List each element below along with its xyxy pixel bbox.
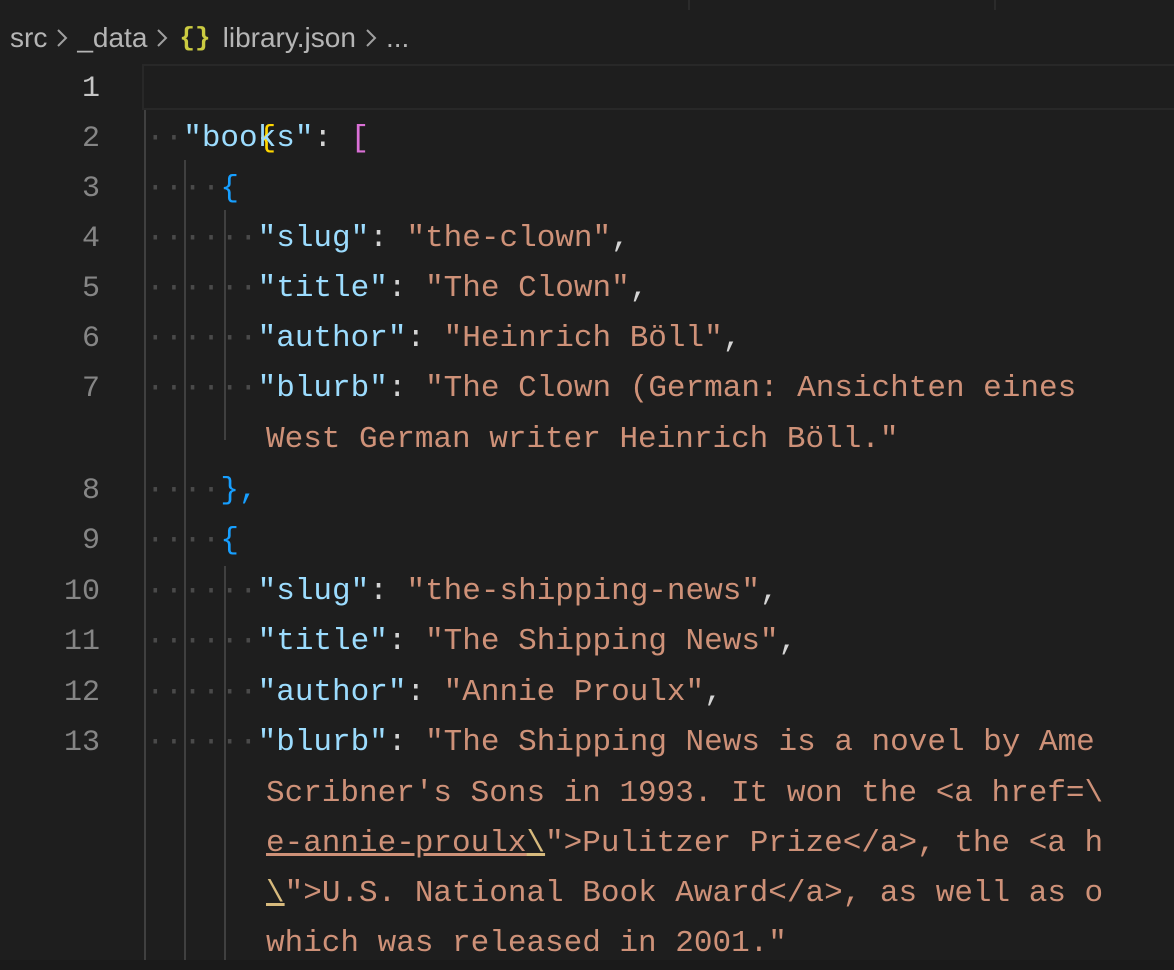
line-number: 12	[63, 676, 100, 710]
line-number: 13	[63, 726, 100, 760]
line-number: 8	[81, 474, 100, 508]
code-line: {	[257, 121, 277, 156]
line-number: 6	[81, 322, 100, 356]
breadcrumb: src _data {} library.json ...	[0, 10, 1174, 66]
code-line: ····{	[146, 171, 240, 206]
breadcrumb-item-file[interactable]: library.json	[223, 22, 356, 54]
breadcrumb-item-symbols[interactable]: ...	[386, 22, 409, 54]
code-line-wrap: \">U.S. National Book Award</a>, as well…	[266, 876, 1104, 911]
code-line-wrap: West German writer Heinrich Böll."	[266, 422, 899, 457]
line-number: 3	[81, 172, 100, 206]
code-line: ··"books": [	[146, 121, 370, 156]
code-line: ······"slug": "the-clown",	[146, 221, 630, 256]
breadcrumb-item-src[interactable]: src	[10, 22, 47, 54]
code-line: ······"blurb": "The Clown (German: Ansic…	[146, 371, 1095, 406]
breadcrumb-item-data[interactable]: _data	[77, 22, 147, 54]
json-file-icon: {}	[179, 23, 211, 53]
code-line-wrap: e-annie-proulx\">Pulitzer Prize</a>, the…	[266, 826, 1104, 861]
line-number: 5	[81, 272, 100, 306]
code-line: ····{	[146, 523, 240, 558]
code-line: ······"author": "Annie Proulx",	[146, 675, 723, 710]
line-number: 9	[81, 524, 100, 558]
line-number: 11	[63, 625, 100, 659]
tab-strip-edge	[0, 0, 1174, 10]
code-line-wrap: Scribner's Sons in 1993. It won the <a h…	[266, 776, 1104, 811]
line-number: 7	[81, 372, 100, 406]
code-line: ······"slug": "the-shipping-news",	[146, 574, 779, 609]
tab-divider	[688, 0, 690, 10]
chevron-right-icon	[147, 27, 177, 49]
line-number: 1	[81, 72, 100, 106]
current-line-highlight	[142, 64, 1174, 110]
code-line: ······"blurb": "The Shipping News is a n…	[146, 725, 1095, 760]
code-line: ······"title": "The Clown",	[146, 271, 649, 306]
tab-divider	[994, 0, 996, 10]
code-line: ······"author": "Heinrich Böll",	[146, 321, 742, 356]
chevron-right-icon	[47, 27, 77, 49]
horizontal-scrollbar[interactable]	[0, 960, 1174, 970]
code-line: ····},	[146, 473, 258, 508]
code-editor[interactable]: src _data {} library.json ... 1 2 3 4 5 …	[0, 0, 1174, 970]
line-number: 4	[81, 222, 100, 256]
line-number: 2	[81, 122, 100, 156]
line-number: 10	[63, 575, 100, 609]
chevron-right-icon	[356, 27, 386, 49]
code-line: ······"title": "The Shipping News",	[146, 624, 798, 659]
